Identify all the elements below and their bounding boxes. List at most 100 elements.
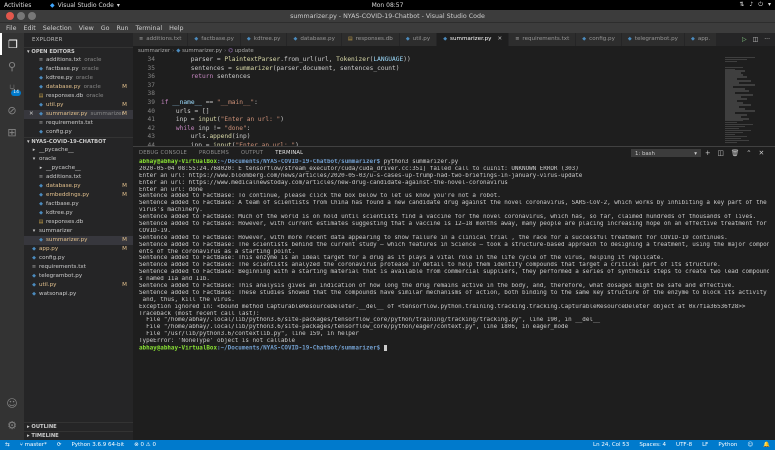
file-tree-item[interactable]: ◆ app.py M [24, 245, 133, 254]
open-editor-item[interactable]: ◆ kdtree.py oracle [24, 74, 133, 83]
feedback-icon[interactable]: ☺ [742, 442, 758, 448]
encoding[interactable]: UTF-8 [671, 442, 697, 448]
file-tree-item[interactable]: ◆ config.py [24, 254, 133, 263]
maximize-window-button[interactable] [28, 12, 36, 20]
explorer-icon[interactable]: ❐ [0, 33, 24, 55]
tab-app[interactable]: ◆ app. [684, 33, 718, 46]
tab-factbase-py[interactable]: ◆ factbase.py [188, 33, 241, 46]
open-editor-item[interactable]: ≡ requirements.txt [24, 119, 133, 128]
file-tree-item[interactable]: ◆ summarizer.py M [24, 236, 133, 245]
branch-indicator[interactable]: ⑂ master* [15, 442, 52, 448]
file-name: summarizer.py [46, 111, 88, 117]
file-tree-item[interactable]: ▤ responses.db [24, 218, 133, 227]
outline-header[interactable]: ▸ OUTLINE [24, 422, 133, 431]
terminal-output-line: 2020-05-04 08:55:24.768020: E tensorflow… [139, 165, 579, 172]
tab-additions-txt[interactable]: ≡ additions.txt [133, 33, 189, 46]
open-editor-item[interactable]: ◆ factbase.py oracle [24, 65, 133, 74]
activities-button[interactable]: Activities [4, 2, 50, 9]
panel-tab-debug-console[interactable]: DEBUG CONSOLE [139, 147, 187, 160]
indentation[interactable]: Spaces: 4 [634, 442, 671, 448]
terminal[interactable]: abhay@abhay-VirtualBox:~/Documents/NYAS-… [133, 159, 775, 440]
panel-tab-problems[interactable]: PROBLEMS [199, 147, 229, 160]
language-mode[interactable]: Python [713, 442, 742, 448]
file-tree-item[interactable]: ▾ summarizer [24, 227, 133, 236]
run-debug-icon[interactable]: ⊘ [0, 99, 24, 121]
source-control-icon[interactable]: ⑂ 14 [0, 77, 24, 99]
tab-database-py[interactable]: ◆ database.py [287, 33, 342, 46]
tab-summarizer-py[interactable]: ◆ summarizer.py ✕ [437, 33, 510, 46]
file-tree-item[interactable]: ◆ factbase.py [24, 200, 133, 209]
tab-telegrambot-py[interactable]: ◆ telegrambot.py [621, 33, 685, 46]
menu-item-help[interactable]: Help [169, 25, 183, 32]
maximize-panel-icon[interactable]: ⌃ [746, 149, 752, 157]
close-window-button[interactable] [6, 12, 14, 20]
remote-icon[interactable]: ⇆ [0, 442, 15, 448]
menu-item-view[interactable]: View [79, 25, 94, 32]
file-tree-item[interactable]: ▾ oracle [24, 155, 133, 164]
minimap[interactable] [725, 56, 765, 146]
open-editor-item[interactable]: ◆ database.py oracle M [24, 83, 133, 92]
tab-util-py[interactable]: ◆ util.py [399, 33, 438, 46]
split-terminal-icon[interactable]: ◫ [718, 149, 724, 157]
gear-icon[interactable]: ⚙ [0, 414, 24, 436]
search-icon[interactable]: ⚲ [0, 55, 24, 77]
file-tree-item[interactable]: ▸ __pycache__ [24, 146, 133, 155]
panel-tab-output[interactable]: OUTPUT [241, 147, 263, 160]
open-editor-item[interactable]: ≡ additions.txt oracle [24, 56, 133, 65]
file-tree-item[interactable]: ≡ requirements.txt [24, 263, 133, 272]
extensions-icon[interactable]: ⊞ [0, 121, 24, 143]
breadcrumb-symbol[interactable]: update [235, 48, 254, 54]
problems-indicator[interactable]: ⊗ 0 ⚠ 0 [129, 442, 161, 448]
system-tray[interactable]: ⇅ ♪ ⏻ ▾ [739, 1, 771, 9]
file-tree-item[interactable]: ◆ embeddings.py M [24, 191, 133, 200]
tab-requirements-txt[interactable]: ≡ requirements.txt [509, 33, 577, 46]
menu-item-selection[interactable]: Selection [43, 25, 72, 32]
account-icon[interactable]: ☺ [0, 392, 24, 414]
terminal-select[interactable]: 1: bash ▾ [631, 149, 701, 157]
file-tree-item[interactable]: ≡ additions.txt [24, 173, 133, 182]
terminal-output-line: Sentence added to FactBase: The scientis… [139, 241, 769, 248]
menu-item-run[interactable]: Run [116, 25, 128, 32]
file-tree-item[interactable]: ◆ watsonapi.py [24, 290, 133, 299]
file-tree-item[interactable]: ◆ kdtree.py [24, 209, 133, 218]
timeline-header[interactable]: ▸ TIMELINE [24, 431, 133, 440]
file-tree-item[interactable]: ◆ database.py M [24, 182, 133, 191]
open-editor-item[interactable]: ✕ ◆ summarizer.py summarizer M [24, 110, 133, 119]
minimize-window-button[interactable] [17, 12, 25, 20]
close-icon[interactable]: ✕ [759, 149, 765, 157]
sync-button[interactable]: ⟳ [52, 442, 67, 448]
project-header[interactable]: ▾ NYAS-COVID-19-CHATBOT [24, 137, 133, 146]
new-terminal-icon[interactable]: + [705, 149, 711, 157]
bell-icon[interactable]: 🔔 [758, 442, 775, 448]
tab-config-py[interactable]: ◆ config.py [576, 33, 622, 46]
menu-item-edit[interactable]: Edit [24, 25, 36, 32]
breadcrumb-file[interactable]: summarizer.py [182, 48, 222, 54]
code-line: 37 [133, 82, 775, 91]
open-editors-header[interactable]: ▾ OPEN EDITORS [24, 47, 133, 56]
app-menu[interactable]: ◆ Visual Studio Code ▾ [50, 2, 120, 9]
trash-icon[interactable]: 🗑 [731, 149, 739, 157]
more-actions-icon[interactable]: ··· [764, 36, 770, 43]
breadcrumb-folder[interactable]: summarizer [138, 48, 170, 54]
tab-kdtree-py[interactable]: ◆ kdtree.py [240, 33, 288, 46]
open-editor-item[interactable]: ▤ responses.db oracle [24, 92, 133, 101]
close-icon[interactable]: ✕ [29, 110, 34, 119]
open-editor-item[interactable]: ◆ util.py M [24, 101, 133, 110]
file-tree-item[interactable]: ▸ __pycache__ [24, 164, 133, 173]
open-editor-item[interactable]: ◆ config.py [24, 128, 133, 137]
panel-tab-terminal[interactable]: TERMINAL [275, 147, 304, 160]
code-editor[interactable]: 34 parser = PlaintextParser.from_url(url… [133, 56, 775, 146]
run-icon[interactable]: ▷ [742, 36, 747, 43]
python-interpreter[interactable]: Python 3.6.9 64-bit [66, 442, 129, 448]
file-tree-item[interactable]: ◆ util.py M [24, 281, 133, 290]
tab-responses-db[interactable]: ▤ responses.db [341, 33, 400, 46]
file-tree-item[interactable]: ◆ telegrambot.py [24, 272, 133, 281]
close-icon[interactable]: ✕ [498, 33, 503, 46]
split-editor-icon[interactable]: ◫ [753, 36, 759, 43]
menu-item-file[interactable]: File [6, 25, 17, 32]
cursor-position[interactable]: Ln 24, Col 53 [588, 442, 634, 448]
menu-item-go[interactable]: Go [101, 25, 110, 32]
menu-item-terminal[interactable]: Terminal [136, 25, 163, 32]
window-title-bar[interactable]: summarizer.py - NYAS-COVID-19-Chatbot - … [0, 10, 775, 22]
line-ending[interactable]: LF [697, 442, 713, 448]
